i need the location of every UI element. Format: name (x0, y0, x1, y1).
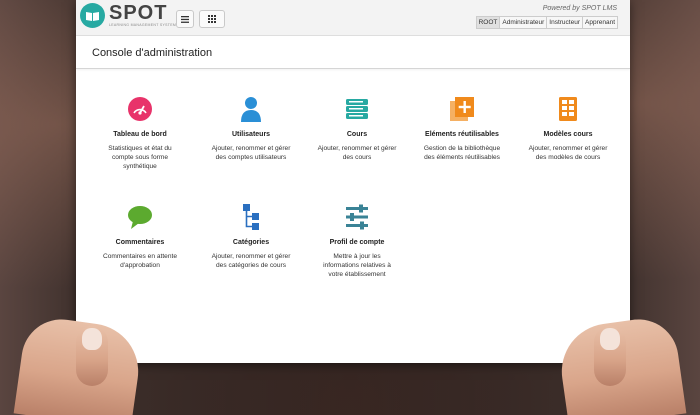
comment-bubble-icon (126, 203, 154, 231)
logo-title: SPOT (109, 2, 168, 25)
tile-description: Commentaires en attente d'approbation (102, 253, 178, 269)
tile-commentaires[interactable]: Commentaires Commentaires en attente d'a… (88, 203, 192, 270)
tile-description: Ajouter, renommer et gérer des cours (317, 145, 397, 161)
tile-title: Eléments réutilisables (425, 131, 499, 138)
add-copy-icon (448, 95, 476, 123)
page-title: Console d'administration (92, 47, 213, 59)
tile-title: Profil de compte (329, 239, 385, 246)
tile-description: Ajouter, renommer et gérer des comptes u… (211, 145, 291, 161)
tile-elements-reutilisables[interactable]: Eléments réutilisables Gestion de la bib… (410, 95, 514, 162)
tile-cours[interactable]: Cours Ajouter, renommer et gérer des cou… (305, 95, 409, 162)
tile-description: Gestion de la bibliothèque des éléments … (423, 145, 501, 161)
tile-utilisateurs[interactable]: Utilisateurs Ajouter, renommer et gérer … (199, 95, 303, 162)
tile-profil-de-compte[interactable]: Profil de compte Mettre à jour les infor… (305, 203, 409, 279)
tile-title: Catégories (232, 239, 270, 246)
tile-categories[interactable]: Catégories Ajouter, renommer et gérer de… (199, 203, 303, 270)
user-icon (237, 95, 265, 123)
role-administrateur-button[interactable]: Administrateur (499, 16, 548, 29)
dashboard-gauge-icon (126, 95, 154, 123)
list-icon (181, 10, 189, 28)
tile-title: Commentaires (115, 239, 165, 246)
template-grid-icon (554, 95, 582, 123)
lms-screen: SPOT LEARNING MANAGEMENT SYSTEM Powered … (76, 0, 630, 363)
role-instructeur-button[interactable]: Instructeur (546, 16, 583, 29)
book-logo-icon (80, 3, 105, 28)
tile-title: Modèles cours (543, 131, 593, 138)
powered-by-text: Powered by SPOT LMS (542, 5, 617, 12)
grid-view-button[interactable] (199, 10, 225, 28)
top-bar: SPOT LEARNING MANAGEMENT SYSTEM Powered … (76, 0, 630, 36)
hierarchy-icon (237, 203, 265, 231)
role-switcher: ROOT Administrateur Instructeur Apprenan… (475, 16, 618, 29)
books-icon (343, 95, 371, 123)
list-view-button[interactable] (176, 10, 194, 28)
tile-description: Ajouter, renommer et gérer des modèles d… (528, 145, 608, 161)
right-thumbnail (600, 328, 620, 350)
grid-icon (208, 10, 216, 28)
tile-title: Utilisateurs (231, 131, 271, 138)
settings-sliders-icon (343, 203, 371, 231)
tile-title: Cours (346, 131, 368, 138)
role-root-button[interactable]: ROOT (475, 16, 501, 29)
tile-description: Mettre à jour les informations relatives… (323, 253, 391, 278)
tile-description: Ajouter, renommer et gérer des catégorie… (211, 253, 291, 269)
tile-tableau-de-bord[interactable]: Tableau de bord Statistiques et état du … (88, 95, 192, 171)
spot-logo[interactable]: SPOT LEARNING MANAGEMENT SYSTEM (80, 3, 176, 28)
tile-description: Statistiques et état du compte sous form… (108, 145, 172, 170)
tile-title: Tableau de bord (113, 131, 167, 138)
logo-subtitle: LEARNING MANAGEMENT SYSTEM (109, 23, 177, 28)
role-apprenant-button[interactable]: Apprenant (582, 16, 618, 29)
tile-modeles-cours[interactable]: Modèles cours Ajouter, renommer et gérer… (516, 95, 620, 162)
page-header: Console d'administration (76, 36, 630, 69)
left-thumbnail (82, 328, 102, 350)
